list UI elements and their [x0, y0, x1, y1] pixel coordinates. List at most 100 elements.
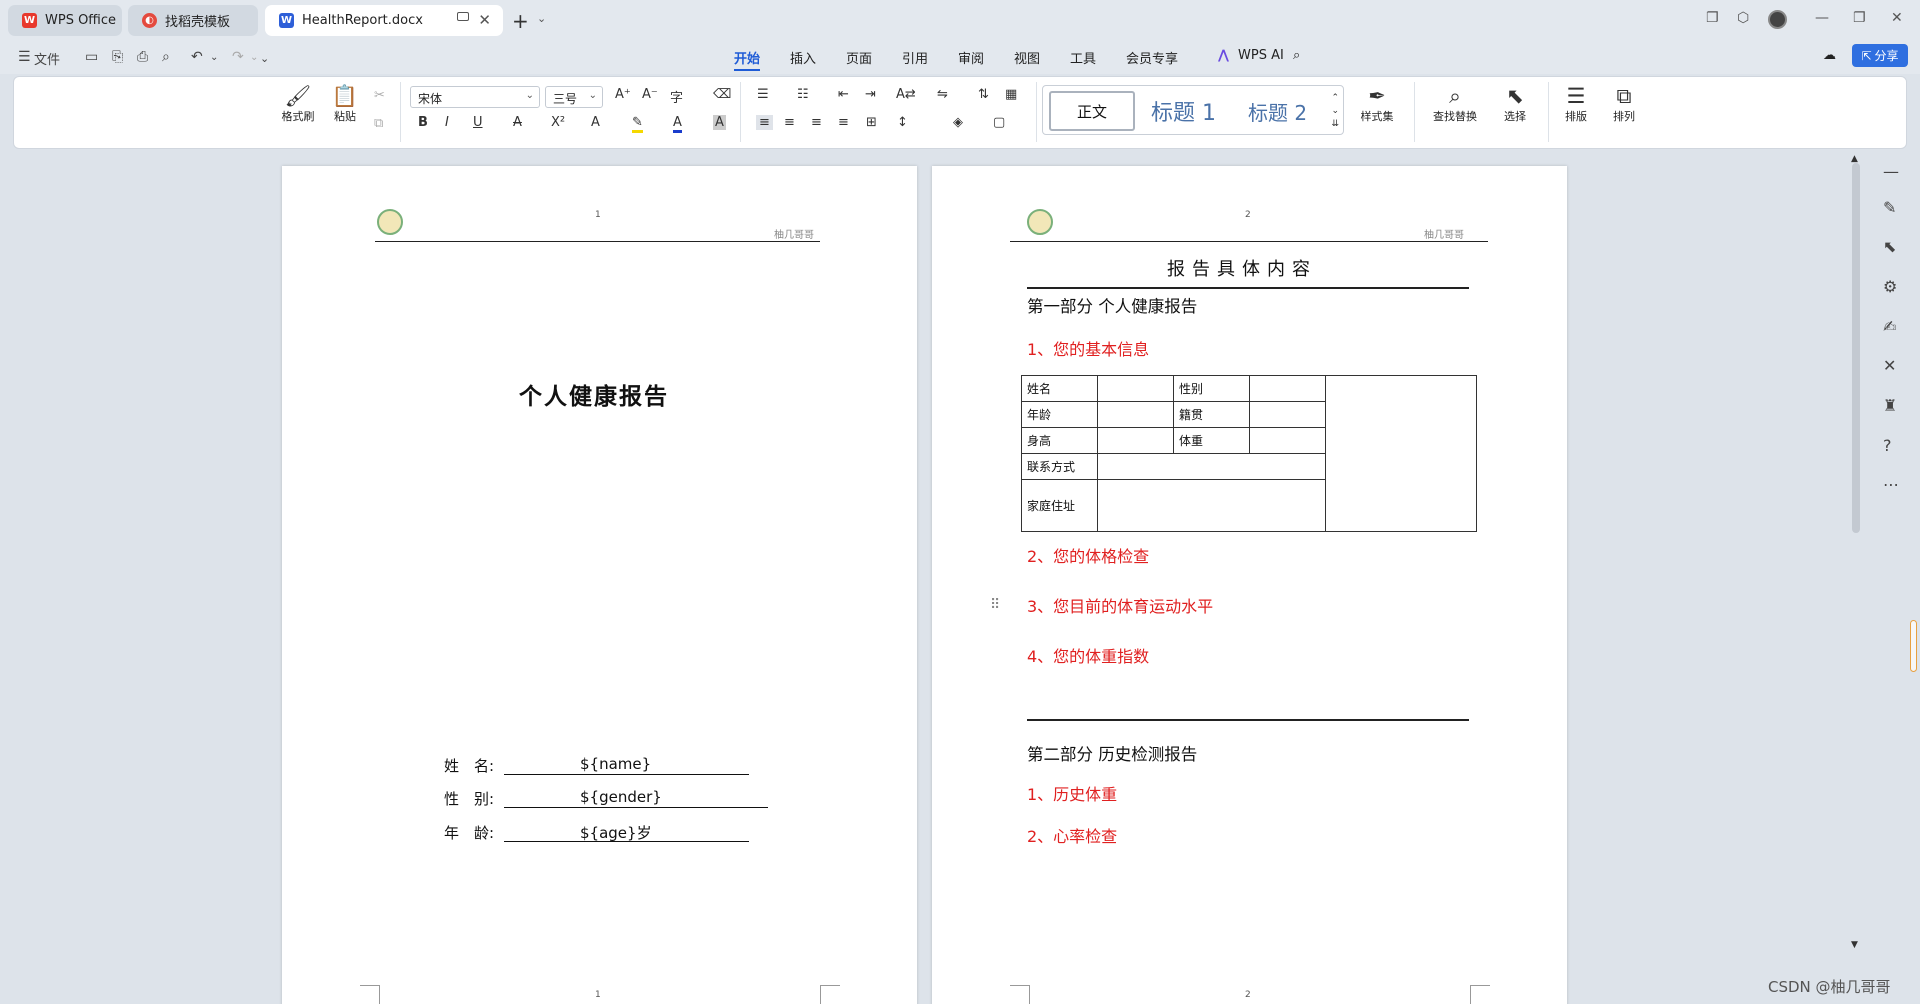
close-tab-icon[interactable]: ✕ [478, 11, 491, 29]
phonetic-guide-icon[interactable]: 字 [670, 87, 683, 106]
cell-address-value[interactable] [1097, 479, 1326, 532]
convert-icon[interactable]: ⇋ [937, 87, 948, 102]
page-2[interactable]: 2 柚几哥哥 报告具体内容 第一部分 个人健康报告 1、您的基本信息 姓名 性别… [932, 166, 1567, 1004]
strikethrough-icon[interactable]: A [513, 115, 522, 130]
select-button[interactable]: ⬉ 选择 [1492, 84, 1538, 124]
font-color-icon[interactable]: A [673, 115, 682, 133]
select-tool-icon[interactable]: ⬉ [1883, 237, 1896, 256]
style-set-button[interactable]: ✒ 样式集 [1352, 84, 1402, 124]
show-marks-icon[interactable]: ▦ [1005, 87, 1017, 102]
minimize-panel-icon[interactable]: — [1883, 162, 1899, 181]
hamburger-icon[interactable]: ☰ [18, 49, 31, 65]
cell-age-value[interactable] [1097, 401, 1174, 428]
highlight-icon[interactable]: ✎ [632, 115, 643, 133]
increase-font-icon[interactable]: A⁺ [615, 87, 631, 102]
monitor-icon[interactable] [457, 12, 469, 21]
decrease-indent-icon[interactable]: ⇤ [838, 87, 849, 102]
more-icon[interactable]: ⌄ [260, 52, 269, 65]
tab-wps-office[interactable]: W WPS Office [8, 5, 122, 36]
close-window-icon[interactable]: ✕ [1891, 10, 1903, 26]
share-button[interactable]: ⇱ 分享 [1852, 44, 1908, 67]
menu-start[interactable]: 开始 [734, 48, 761, 71]
numbered-list-icon[interactable]: ☷ [797, 87, 809, 102]
menu-wps-ai[interactable]: WPS AI [1238, 48, 1284, 63]
menu-page[interactable]: 页面 [846, 48, 872, 67]
drag-handle-icon[interactable]: ⠿ [990, 597, 1000, 613]
superscript-icon[interactable]: X² [551, 115, 565, 130]
print-icon[interactable]: ⎙ [137, 49, 148, 65]
menu-view[interactable]: 视图 [1014, 48, 1040, 67]
underline-icon[interactable]: U [473, 115, 483, 130]
undo-icon[interactable]: ↶ [191, 49, 203, 65]
bold-icon[interactable]: B [418, 115, 428, 130]
layout-button[interactable]: ☰ 排版 [1556, 84, 1596, 124]
menu-member[interactable]: 会员专享 [1126, 48, 1178, 67]
cell-native-value[interactable] [1249, 401, 1326, 428]
cell-name-value[interactable] [1097, 375, 1174, 402]
new-tab-icon[interactable]: + [512, 9, 529, 33]
avatar[interactable] [1768, 10, 1787, 29]
adjust-icon[interactable]: ⚙ [1883, 277, 1897, 296]
cell-weight-value[interactable] [1249, 427, 1326, 454]
side-scroll-thumb[interactable] [1910, 620, 1917, 672]
vertical-scrollbar[interactable] [1852, 163, 1860, 533]
menu-insert[interactable]: 插入 [790, 48, 816, 67]
char-shading-icon[interactable]: A [713, 115, 726, 130]
cell-photo[interactable] [1325, 375, 1477, 532]
wps-ai-icon[interactable]: ⋀ [1218, 48, 1229, 63]
align-left-icon[interactable]: ≡ [756, 115, 773, 130]
italic-icon[interactable]: I [445, 115, 449, 130]
shading-icon[interactable]: ◈ [953, 115, 963, 130]
style-heading-2[interactable]: 标题 2 [1248, 97, 1307, 126]
cell-height-value[interactable] [1097, 427, 1174, 454]
chevron-down-icon[interactable]: ⌄ [537, 12, 546, 25]
increase-indent-icon[interactable]: ⇥ [865, 87, 876, 102]
export-icon[interactable]: ⎘ [112, 49, 123, 65]
paste-button[interactable]: 📋 粘贴 [325, 84, 365, 124]
cell-contact-value[interactable] [1097, 453, 1326, 480]
distribute-icon[interactable]: ⊞ [866, 115, 877, 130]
scroll-down-icon[interactable]: ▼ [1851, 940, 1858, 950]
undo-dropdown-icon[interactable]: ⌄ [210, 52, 218, 63]
cut-icon[interactable]: ✂ [374, 88, 385, 103]
align-right-icon[interactable]: ≡ [811, 115, 822, 130]
copy-icon[interactable]: ⧉ [374, 116, 383, 131]
menu-tools[interactable]: 工具 [1070, 48, 1096, 67]
print-preview-icon[interactable]: ⌕ [162, 49, 170, 65]
bullet-list-icon[interactable]: ☰ [757, 87, 769, 102]
style-scroll-icon[interactable]: ⌃ ⌄ ⇊ [1331, 92, 1339, 131]
borders-icon[interactable]: ▢ [993, 115, 1005, 130]
menu-review[interactable]: 审阅 [958, 48, 984, 67]
decrease-font-icon[interactable]: A⁻ [642, 87, 658, 102]
align-center-icon[interactable]: ≡ [784, 115, 795, 130]
text-direction-icon[interactable]: A⇄ [896, 87, 916, 102]
file-menu[interactable]: 文件 [34, 49, 60, 68]
cube-icon[interactable]: ⬡ [1737, 10, 1749, 26]
page-1[interactable]: 1 柚几哥哥 个人健康报告 姓 名: ${name} 性 别: ${gender… [282, 166, 917, 1004]
minimize-icon[interactable]: — [1815, 10, 1829, 26]
edit-doc-icon[interactable]: ✍ [1883, 317, 1896, 336]
shirt-icon[interactable]: ♜ [1883, 396, 1897, 415]
redo-icon[interactable]: ↷ [232, 49, 244, 65]
more-icon[interactable]: ⋯ [1883, 475, 1899, 494]
menu-reference[interactable]: 引用 [902, 48, 928, 67]
text-effect-icon[interactable]: A [591, 115, 600, 130]
font-size-select[interactable]: 三号 ⌄ [545, 86, 603, 108]
style-heading-1[interactable]: 标题 1 [1151, 95, 1216, 127]
save-icon[interactable]: ▭ [85, 49, 98, 65]
justify-icon[interactable]: ≡ [838, 115, 849, 130]
sort-icon[interactable]: ⇅ [978, 87, 989, 102]
cell-gender-value[interactable] [1249, 375, 1326, 402]
clear-format-icon[interactable]: ⌫ [713, 87, 731, 102]
tab-healthreport[interactable]: W HealthReport.docx ✕ [265, 5, 503, 36]
maximize-icon[interactable]: ❐ [1853, 10, 1866, 26]
find-replace-button[interactable]: ⌕ 查找替换 [1424, 84, 1486, 124]
format-painter-button[interactable]: 🖌 格式刷 [279, 84, 317, 124]
line-spacing-icon[interactable]: ↕ [897, 115, 908, 130]
restore-window-icon[interactable]: ❐ [1706, 10, 1719, 26]
arrange-button[interactable]: ⧉ 排列 [1604, 84, 1644, 124]
tab-docer-templates[interactable]: ◐ 找稻壳模板 [128, 5, 258, 36]
redo-dropdown-icon[interactable]: ⌄ [250, 52, 258, 63]
cloud-icon[interactable]: ☁ [1823, 48, 1836, 63]
tools-icon[interactable]: ✕ [1883, 356, 1896, 375]
